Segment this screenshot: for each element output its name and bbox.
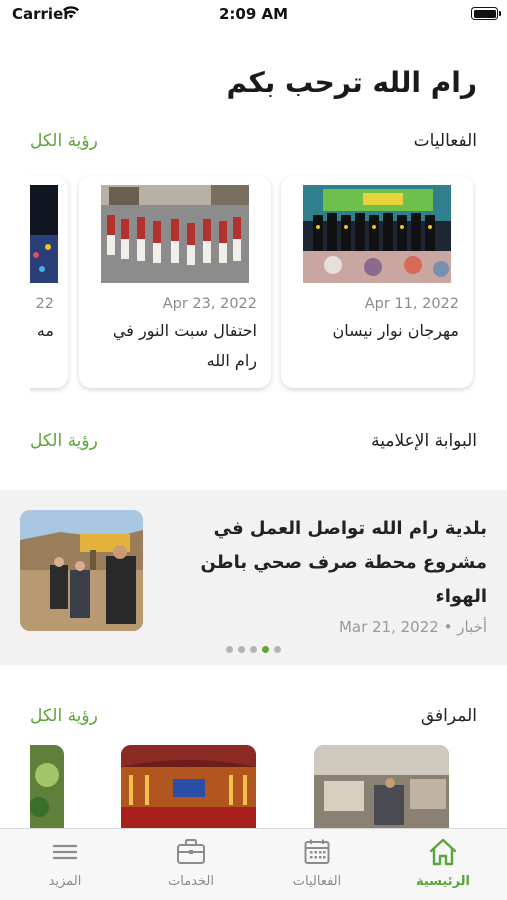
event-title: احتفال سبت النور في رام الله [112,321,257,370]
menu-icon [53,844,77,860]
event-image [101,185,249,283]
news-meta: أخبار • Mar 21, 2022 [339,618,487,636]
facilities-section-title: المرافق [420,706,477,726]
events-see-all-link[interactable]: رؤية الكل [30,131,98,151]
event-date: Apr 11, 2022 [364,296,459,312]
event-image [30,185,58,283]
home-icon [429,838,457,866]
events-section-title: الفعاليات [413,131,477,151]
facility-card[interactable] [121,745,256,829]
facilities-carousel[interactable] [30,745,477,829]
tab-more[interactable]: المزيد [2,829,128,900]
event-title: مهرجان نوار نيسان [332,321,459,340]
pagination-dot[interactable] [250,646,257,653]
news-date: Mar 21, 2022 [338,618,439,636]
pagination-dots [0,646,507,653]
news-category: أخبار [457,618,487,636]
event-card[interactable]: Apr 11, 2022 مهرجان نوار نيسان [281,176,473,388]
pagination-dot[interactable] [238,646,245,653]
tab-label: الفعاليات [292,874,342,889]
tab-events[interactable]: الفعاليات [254,829,380,900]
battery-icon [471,7,501,20]
briefcase-icon [177,839,205,864]
page-title: رام الله ترحب بكم [226,66,477,99]
pagination-dot[interactable] [226,646,233,653]
facilities-see-all-link[interactable]: رؤية الكل [30,706,98,726]
clock: 2:09 AM [218,5,289,23]
status-bar: Carrier 2:09 AM [0,0,507,28]
tab-label: المزيد [48,874,82,889]
news-image [20,510,143,631]
tab-label: الخدمات [168,874,214,889]
news-carousel[interactable]: بلدية رام الله تواصل العمل في مشروع محطة… [0,490,507,665]
facility-card[interactable] [314,745,449,829]
event-card[interactable]: 22 مه [30,176,68,388]
tab-label: الرئيسية [415,874,471,889]
event-date: Apr 23, 2022 [162,296,257,312]
tab-bar: الرئيسية الفعاليات الخدمات المزيد [0,828,507,900]
tab-services[interactable]: الخدمات [128,829,254,900]
event-date: 22 [35,296,54,312]
tab-home[interactable]: الرئيسية [380,829,506,900]
news-title: بلدية رام الله تواصل العمل في مشروع محطة… [200,518,487,607]
event-title: مه [36,321,54,340]
meta-separator: • [438,618,453,636]
pagination-dot-active[interactable] [262,646,269,653]
event-card[interactable]: Apr 23, 2022 احتفال سبت النور في رام الل… [79,176,271,388]
facility-card[interactable] [30,745,64,829]
events-carousel[interactable]: Apr 11, 2022 مهرجان نوار نيسان Apr 23, 2… [30,168,477,398]
media-section-title: البوابة الإعلامية [371,431,477,451]
calendar-icon [304,839,330,864]
media-see-all-link[interactable]: رؤية الكل [30,431,98,451]
event-image [303,185,451,283]
pagination-dot[interactable] [274,646,281,653]
